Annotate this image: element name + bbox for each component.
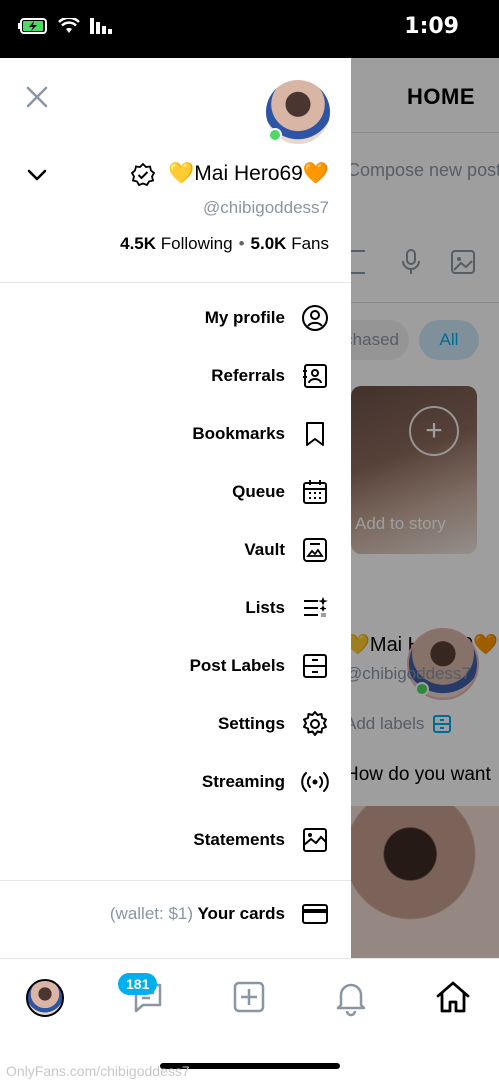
credit-card-icon xyxy=(301,900,329,928)
side-drawer: 💛Mai Hero69🧡 @chibigoddess7 4.5K Followi… xyxy=(0,58,351,958)
filter-purchased-chip[interactable]: Purchased xyxy=(351,320,409,360)
calendar-icon xyxy=(301,478,329,506)
add-square-icon xyxy=(233,981,265,1013)
profile-stats: 4.5K Following • 5.0K Fans xyxy=(120,234,329,254)
image-icon[interactable] xyxy=(449,248,477,276)
divider xyxy=(351,302,499,303)
menu-item-settings[interactable]: Settings xyxy=(0,695,351,753)
divider xyxy=(0,282,351,283)
story-label: Add to story xyxy=(355,514,446,533)
tab-notifications[interactable] xyxy=(331,977,371,1017)
chevron-down-icon[interactable] xyxy=(24,162,50,188)
post-text: How do you want xyxy=(351,764,491,785)
post-labels-icon xyxy=(301,652,329,680)
battery-icon xyxy=(18,18,47,34)
menu-item-label: My profile xyxy=(204,308,285,327)
stat-separator: • xyxy=(238,234,245,253)
vault-icon xyxy=(301,536,329,564)
tab-profile-avatar[interactable] xyxy=(26,979,64,1017)
cards-label: Your cards xyxy=(197,904,285,923)
bell-icon xyxy=(336,983,366,1017)
menu-item-statements[interactable]: Statements xyxy=(0,811,351,869)
fans-stat[interactable]: 5.0K Fans xyxy=(251,234,329,254)
post-author-handle: @chibigoddess7 xyxy=(351,664,471,683)
filter-all-chip[interactable]: All xyxy=(419,320,479,360)
menu-item-label: Streaming xyxy=(201,772,285,791)
home-title: HOME xyxy=(407,84,475,109)
username-handle: @chibigoddess7 xyxy=(203,198,329,217)
gear-icon xyxy=(301,710,329,738)
home-feed-background: HOME Compose new post... All Purchased +… xyxy=(351,58,499,958)
following-label: Following xyxy=(160,234,233,253)
label-icon xyxy=(433,715,452,733)
menu-item-label: Referrals xyxy=(211,366,285,385)
tab-home[interactable] xyxy=(433,977,473,1017)
tab-new-post[interactable] xyxy=(229,977,269,1017)
status-bar: 1:09 xyxy=(0,0,499,58)
fans-label: Fans xyxy=(291,234,329,253)
menu-item-queue[interactable]: Queue xyxy=(0,463,351,521)
divider xyxy=(351,132,499,133)
post-photo[interactable] xyxy=(351,806,499,958)
bookmark-icon xyxy=(301,420,329,448)
wallet-balance: (wallet: $1) xyxy=(109,904,194,923)
menu-item-label: Statements xyxy=(193,830,285,849)
menu-item-my-profile[interactable]: My profile xyxy=(0,289,351,347)
menu-item-label: Vault xyxy=(244,540,285,559)
streaming-icon xyxy=(301,768,329,796)
vault-icon[interactable] xyxy=(351,248,365,276)
profile-avatar[interactable] xyxy=(266,80,330,144)
menu-item-lists[interactable]: Lists xyxy=(0,579,351,637)
online-indicator xyxy=(268,128,282,142)
display-name[interactable]: 💛Mai Hero69🧡 xyxy=(168,162,329,186)
menu-item-post-labels[interactable]: Post Labels xyxy=(0,637,351,695)
compose-input[interactable]: Compose new post... xyxy=(351,160,499,181)
microphone-icon[interactable] xyxy=(397,248,425,276)
lists-icon xyxy=(301,594,329,622)
status-icons xyxy=(18,18,112,34)
status-time: 1:09 xyxy=(404,14,459,39)
menu-item-label: Post Labels xyxy=(189,656,285,675)
verified-badge-icon xyxy=(130,162,156,187)
close-icon[interactable] xyxy=(22,82,52,112)
following-stat[interactable]: 4.5K Following xyxy=(120,234,232,254)
person-circle-icon xyxy=(301,304,329,332)
menu-item-your-cards[interactable]: (wallet: $1) Your cards xyxy=(0,885,351,943)
statements-icon xyxy=(301,826,329,854)
wifi-icon xyxy=(58,18,80,33)
plus-icon: + xyxy=(409,406,459,456)
online-indicator xyxy=(415,682,429,696)
add-labels-link[interactable]: Add labels xyxy=(351,714,452,734)
messages-badge: 181 xyxy=(118,973,158,995)
add-story-card[interactable]: + Add to story xyxy=(351,386,477,554)
menu-item-bookmarks[interactable]: Bookmarks xyxy=(0,405,351,463)
menu-item-label: Bookmarks xyxy=(192,424,285,443)
menu-item-vault[interactable]: Vault xyxy=(0,521,351,579)
watermark: OnlyFans.com/chibigoddess7 xyxy=(6,1063,190,1079)
menu-item-referrals[interactable]: Referrals xyxy=(0,347,351,405)
menu-item-label: Settings xyxy=(217,714,285,733)
menu-item-streaming[interactable]: Streaming xyxy=(0,753,351,811)
divider xyxy=(0,880,351,881)
referrals-icon xyxy=(301,362,329,390)
bottom-tab-bar: 181 OnlyFans.com/chibigoddess7 xyxy=(0,958,499,1080)
home-icon xyxy=(436,981,470,1013)
following-count: 4.5K xyxy=(120,234,157,253)
add-labels-label: Add labels xyxy=(351,714,425,733)
menu-item-label: (wallet: $1) Your cards xyxy=(110,904,285,924)
menu-item-label: Lists xyxy=(245,598,285,617)
menu-item-label: Queue xyxy=(232,482,285,501)
signal-icon xyxy=(90,18,112,34)
fans-count: 5.0K xyxy=(250,234,287,253)
